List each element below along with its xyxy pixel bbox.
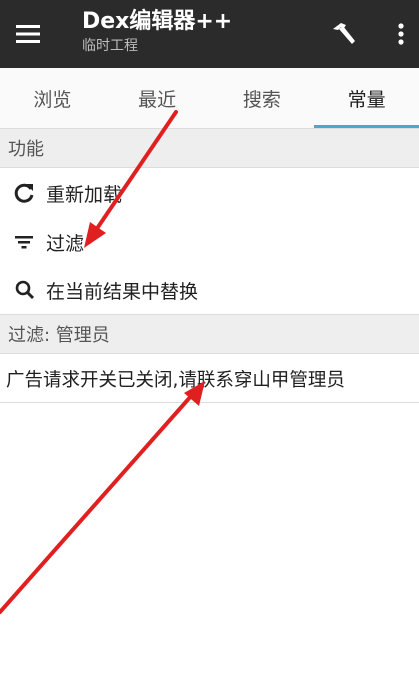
filter-menu-item[interactable]: 过滤 xyxy=(0,218,419,266)
more-vert-icon xyxy=(398,23,404,45)
tab-browse[interactable]: 浏览 xyxy=(0,68,105,128)
filter-section-header: 过滤: 管理员 xyxy=(0,314,419,354)
filter-label: 过滤 xyxy=(46,232,85,255)
tab-bar: 浏览 最近 搜索 常量 xyxy=(0,68,419,129)
search-replace-icon xyxy=(2,278,46,302)
more-options-button[interactable] xyxy=(388,17,414,51)
reload-menu-item[interactable]: 重新加载 xyxy=(0,169,419,217)
build-button[interactable] xyxy=(326,17,360,51)
dex-editor-app: Dex编辑器++ 临时工程 浏览 最近 搜索 常量 功能 重新加载 过滤 在当前… xyxy=(0,0,419,691)
replace-in-results-label: 在当前结果中替换 xyxy=(46,280,199,303)
constant-result-item[interactable]: 广告请求开关已关闭,请联系穿山甲管理员 xyxy=(0,355,419,403)
filter-icon xyxy=(2,230,46,254)
tab-search[interactable]: 搜索 xyxy=(210,68,315,128)
annotation-arrow-to-result xyxy=(0,381,205,614)
tab-constants[interactable]: 常量 xyxy=(314,68,419,128)
hamburger-menu-icon xyxy=(16,25,40,43)
reload-label: 重新加载 xyxy=(46,183,123,206)
project-subtitle: 临时工程 xyxy=(82,38,138,54)
replace-in-results-menu-item[interactable]: 在当前结果中替换 xyxy=(0,266,419,314)
tab-recent[interactable]: 最近 xyxy=(105,68,210,128)
hammer-icon xyxy=(333,23,355,44)
navigation-menu-button[interactable] xyxy=(12,18,44,50)
functions-section-header: 功能 xyxy=(0,128,419,168)
top-toolbar: Dex编辑器++ 临时工程 xyxy=(0,0,419,68)
title-block: Dex编辑器++ 临时工程 xyxy=(82,8,232,56)
app-title: Dex编辑器++ xyxy=(82,9,233,34)
refresh-icon xyxy=(2,181,46,205)
